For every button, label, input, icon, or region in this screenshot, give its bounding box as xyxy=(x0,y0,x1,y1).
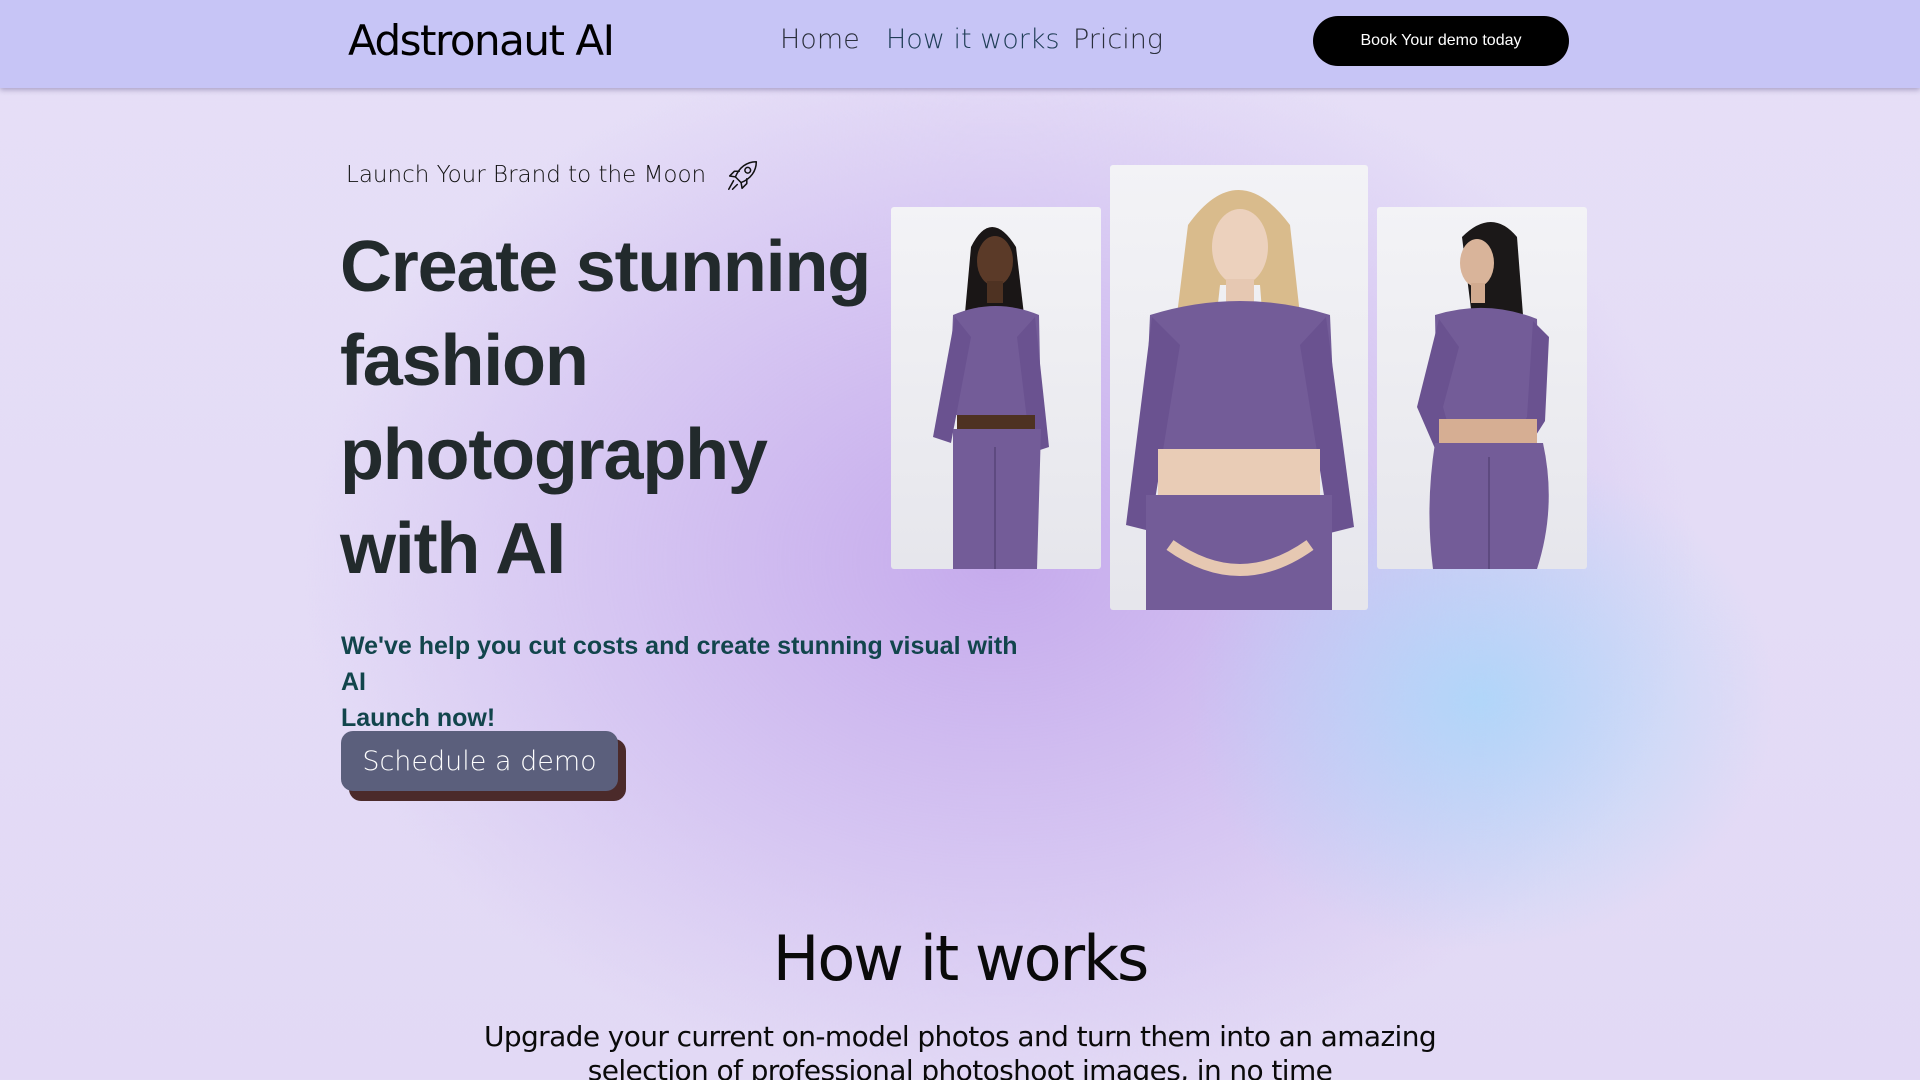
gallery-image-3 xyxy=(1377,207,1587,569)
book-demo-button[interactable]: Book Your demo today xyxy=(1313,16,1569,66)
gallery-image-1 xyxy=(891,207,1101,569)
section-title: How it works xyxy=(772,922,1150,995)
model-image xyxy=(1417,222,1549,569)
hero-subtext-line-1: We've help you cut costs and create stun… xyxy=(341,632,1018,696)
hero-subtext: We've help you cut costs and create stun… xyxy=(341,628,1041,736)
gallery-image-2 xyxy=(1110,165,1368,610)
hero-headline: Create stunning fashion photography with… xyxy=(340,227,871,589)
nav-link-how-it-works[interactable]: How it works xyxy=(886,24,1060,55)
nav-link-pricing[interactable]: Pricing xyxy=(1073,24,1163,55)
nav-link-home[interactable]: Home xyxy=(780,24,860,55)
section-subtitle: Upgrade your current on-model photos and… xyxy=(483,1020,1437,1080)
model-image xyxy=(933,227,1049,569)
tagline-text: Launch Your Brand to the Moon xyxy=(346,162,707,188)
model-image xyxy=(1126,190,1354,610)
schedule-demo-button[interactable]: Schedule a demo xyxy=(341,731,618,791)
hero-tagline: Launch Your Brand to the Moon xyxy=(346,156,762,194)
schedule-demo-wrapper: Schedule a demo xyxy=(341,731,626,801)
top-navbar: Adstronaut AI Home How it works Pricing … xyxy=(0,0,1920,88)
rocket-icon xyxy=(728,160,758,191)
brand-logo[interactable]: Adstronaut AI xyxy=(348,16,615,65)
